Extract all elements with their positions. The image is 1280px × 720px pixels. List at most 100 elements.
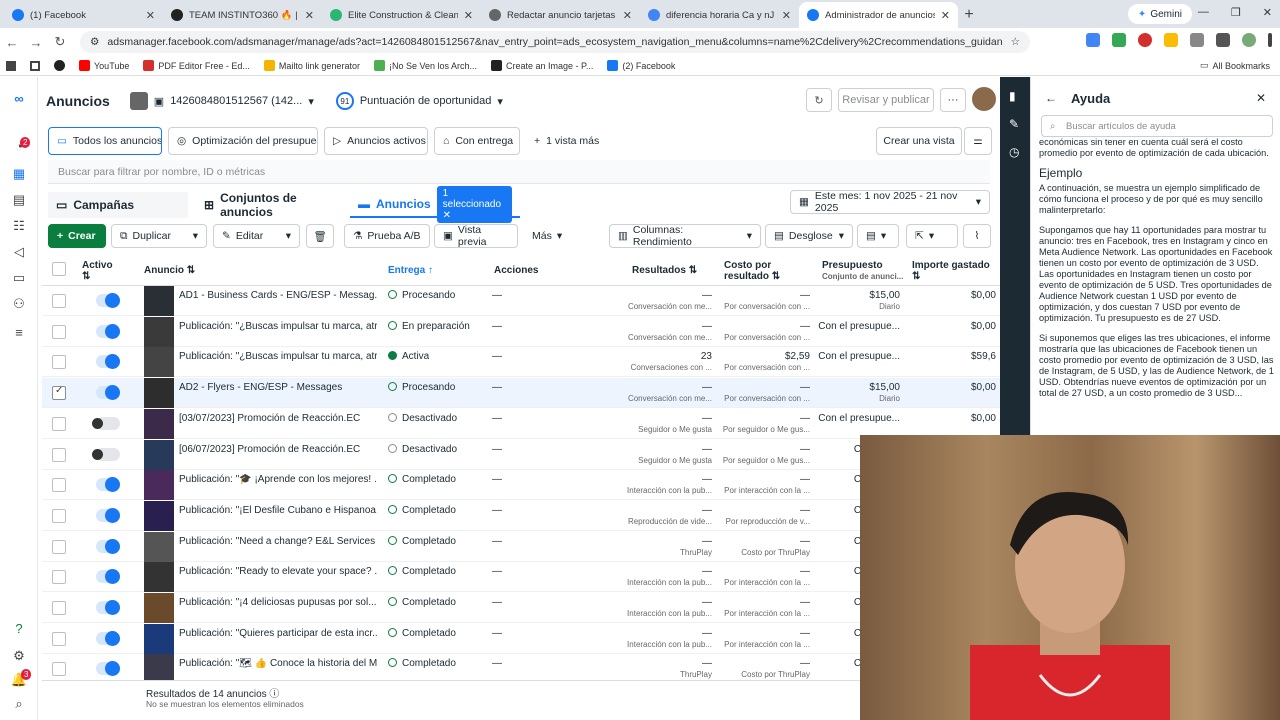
color-extension-icon[interactable] <box>1164 33 1178 47</box>
puzzle-icon[interactable] <box>1190 33 1204 47</box>
menu-icon[interactable] <box>1268 33 1272 47</box>
table-row[interactable]: AD1 - Business Cards - ENG/ESP - Messag.… <box>42 286 1000 316</box>
table-row[interactable]: Publicación: "¿Buscas impulsar tu marca,… <box>42 316 1000 347</box>
active-toggle[interactable] <box>96 507 120 523</box>
row-checkbox[interactable] <box>52 447 66 462</box>
table-row[interactable]: [03/07/2023] Promoción de Reacción.EC Des… <box>42 408 1000 439</box>
table-row[interactable]: [06/07/2023] Promoción de Reacción.EC Des… <box>42 439 1000 470</box>
more-views-button[interactable]: +1 vista más <box>526 127 602 155</box>
row-checkbox[interactable] <box>52 355 66 370</box>
new-tab-button[interactable]: + <box>958 2 980 28</box>
ad-name[interactable]: AD2 - Flyers - ENG/ESP - Messages <box>179 382 377 393</box>
close-tab-icon[interactable]: ✕ <box>623 9 632 22</box>
maximize-icon[interactable]: ❐ <box>1231 6 1241 19</box>
row-checkbox[interactable] <box>52 294 66 308</box>
active-toggle[interactable] <box>96 569 120 585</box>
chart-button[interactable]: ⌇ <box>963 224 991 248</box>
review-publish-button[interactable]: Revisar y publicar <box>838 88 934 112</box>
active-toggle[interactable] <box>92 416 120 430</box>
back-icon[interactable]: ← <box>0 35 24 50</box>
opportunity-score[interactable]: 91 Puntuación de oportunidad ▾ <box>335 92 503 110</box>
people-icon[interactable]: ⚇ <box>10 295 28 313</box>
ad-name[interactable]: Publicación: "🎓 ¡Aprende con los mejores… <box>179 474 377 485</box>
close-tab-icon[interactable]: ✕ <box>782 9 791 22</box>
table-row[interactable]: Publicación: "🎓 ¡Aprende con los mejores… <box>42 470 1000 501</box>
active-toggle[interactable] <box>96 293 120 308</box>
reload-icon[interactable]: ↻ <box>48 34 72 50</box>
close-tab-icon[interactable]: ✕ <box>305 9 314 22</box>
search-input[interactable]: Buscar para filtrar por nombre, ID o mét… <box>48 160 990 184</box>
edit-button[interactable]: ✎ Editar ▾ <box>213 224 300 248</box>
tab-budget-optimization[interactable]: ◎ Optimización del presupuesto <box>168 127 318 155</box>
row-checkbox[interactable] <box>52 601 66 615</box>
create-view-button[interactable]: Crear una vista <box>876 127 962 155</box>
grid-icon[interactable] <box>30 60 40 71</box>
browser-tab[interactable]: Administrador de anuncios - Ad✕ <box>799 2 958 28</box>
preview-button[interactable]: ▣ Vista previa <box>434 224 518 248</box>
select-all-checkbox[interactable] <box>52 262 66 276</box>
col-budget[interactable]: Presupuesto Conjunto de anunci... <box>822 260 903 282</box>
pen-extension-icon[interactable] <box>1112 33 1126 47</box>
breakdown-button[interactable]: ▤ Desglose ▾ <box>765 224 853 248</box>
meta-logo-icon[interactable]: ∞ <box>8 89 30 107</box>
table-row[interactable]: Publicación: "Ready to elevate your spac… <box>42 562 1000 593</box>
ad-name[interactable]: Publicación: "🗺 👍 Conoce la historia del… <box>179 658 377 669</box>
duplicate-button[interactable]: ⧉ Duplicar ▾ <box>111 224 207 248</box>
bookmark-item[interactable]: ¡No Se Ven los Arch... <box>373 60 477 71</box>
bookmark-item[interactable]: PDF Editor Free - Ed... <box>143 60 250 71</box>
reports-button[interactable]: ▤ ▾ <box>857 224 899 248</box>
tab-campaigns[interactable]: ▭ Campañas <box>48 192 188 218</box>
active-toggle[interactable] <box>96 354 120 370</box>
apps-icon[interactable] <box>6 60 16 71</box>
settings-icon[interactable]: ⚙ <box>10 647 28 665</box>
forward-icon[interactable]: → <box>24 35 48 50</box>
active-toggle[interactable] <box>96 600 120 615</box>
pages-icon[interactable]: ▤ <box>10 191 28 209</box>
tab-adsets[interactable]: ⊞ Conjuntos de anuncios <box>196 191 346 219</box>
table-row[interactable]: Publicación: "🗺 👍 Conoce la historia del… <box>42 654 1000 680</box>
row-checkbox[interactable] <box>52 324 66 339</box>
active-toggle[interactable] <box>96 538 120 554</box>
audience-icon[interactable]: ☷ <box>10 217 28 235</box>
bookmark-star-icon[interactable]: ☆ <box>1011 36 1020 48</box>
table-row[interactable]: Publicación: "¡El Desfile Cubano e Hispa… <box>42 500 1000 531</box>
active-toggle[interactable] <box>92 447 120 461</box>
close-tab-icon[interactable]: ✕ <box>146 9 155 22</box>
active-toggle[interactable] <box>96 661 120 677</box>
translate-icon[interactable] <box>1086 33 1100 47</box>
avatar[interactable] <box>972 87 996 111</box>
tab-all-ads[interactable]: ▭ Todos los anuncios <box>48 127 162 155</box>
bookmark-item[interactable]: (2) Facebook <box>607 60 675 71</box>
github-icon[interactable] <box>54 60 65 71</box>
date-range-picker[interactable]: ▦ Este mes: 1 nov 2025 - 21 nov 2025 ▾ <box>790 190 990 214</box>
row-checkbox[interactable] <box>52 508 66 523</box>
row-checkbox[interactable] <box>52 478 66 493</box>
gemini-button[interactable]: ✦ Gemini <box>1127 4 1192 24</box>
row-checkbox[interactable] <box>52 539 66 554</box>
tab-with-delivery[interactable]: ⌂ Con entrega <box>434 127 520 155</box>
minimize-icon[interactable]: — <box>1198 6 1209 19</box>
active-toggle[interactable] <box>96 385 120 401</box>
ab-test-button[interactable]: ⚗ Prueba A/B <box>344 224 430 248</box>
help-icon[interactable]: ? <box>10 619 28 637</box>
row-checkbox[interactable] <box>52 385 66 401</box>
filter-settings-icon[interactable]: ⚌ <box>964 127 992 155</box>
ad-name[interactable]: Publicación: "Need a change? E&L Service… <box>179 536 377 547</box>
browser-tab[interactable]: TEAM INSTINTO360 🔥 | Trello✕ <box>163 2 322 28</box>
account-selector[interactable]: ▣ 1426084801512567 (142... ▾ <box>129 92 314 110</box>
tab-active-ads[interactable]: ▷ Anuncios activos <box>324 127 428 155</box>
sidepanel-icon[interactable] <box>1216 33 1230 47</box>
delete-button[interactable]: 🗑 <box>306 224 334 248</box>
ad-name[interactable]: Publicación: "Quieres participar de esta… <box>179 628 377 639</box>
active-toggle[interactable] <box>96 323 120 339</box>
bookmark-item[interactable]: Mailto link generator <box>263 60 360 71</box>
ad-name[interactable]: Publicación: "¿Buscas impulsar tu marca,… <box>179 351 377 362</box>
ad-name[interactable]: [03/07/2023] Promoción de Reacción.EC <box>179 413 377 424</box>
row-checkbox[interactable] <box>52 631 66 646</box>
pencil-icon[interactable]: ✎ <box>1009 117 1019 131</box>
row-checkbox[interactable] <box>52 416 66 431</box>
export-button[interactable]: ⇱ ▾ <box>906 224 958 248</box>
table-row[interactable]: Publicación: "¡4 deliciosas pupusas por … <box>42 593 1000 623</box>
ad-name[interactable]: Publicación: "¡4 deliciosas pupusas por … <box>179 597 377 608</box>
opera-extension-icon[interactable] <box>1138 33 1152 47</box>
